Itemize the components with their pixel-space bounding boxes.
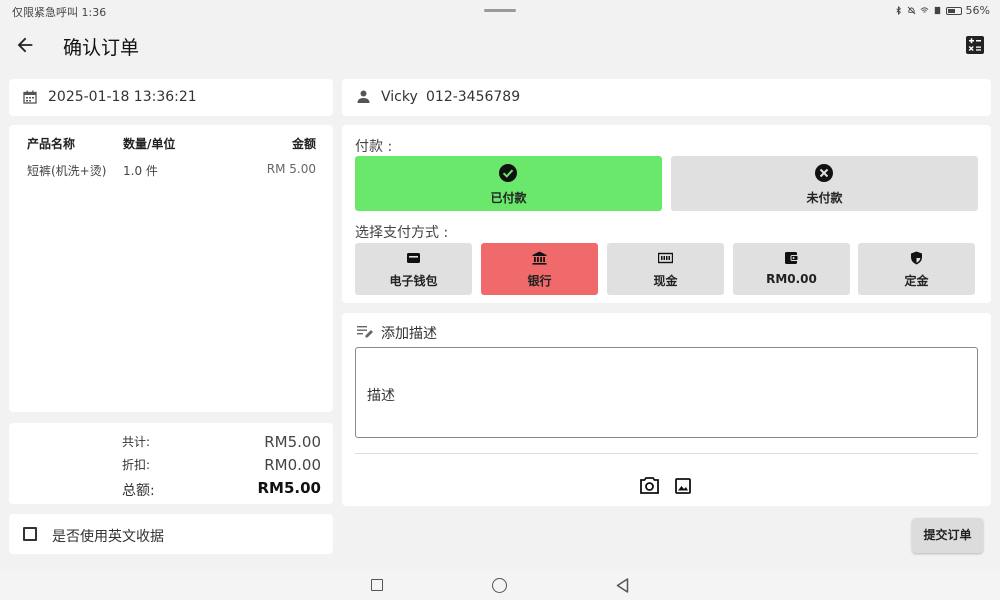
paid-label: 已付款 <box>490 191 527 205</box>
subtotal-value: RM5.00 <box>264 433 321 451</box>
customer-phone: 012-3456789 <box>426 89 521 105</box>
discount-value: RM0.00 <box>264 456 321 474</box>
method-ewallet-label: 电子钱包 <box>389 274 438 288</box>
check-circle-icon <box>499 164 517 182</box>
english-receipt-label: 是否使用英文收据 <box>52 529 164 545</box>
method-ewallet-button[interactable]: 电子钱包 <box>355 243 472 295</box>
checkbox[interactable] <box>23 527 37 541</box>
paid-button[interactable]: 已付款 <box>355 156 662 211</box>
customer-name: Vicky <box>381 89 418 105</box>
sim-icon <box>934 6 940 15</box>
calendar-icon <box>23 90 37 104</box>
payment-card: 付款 : 已付款 未付款 选择支付方式 : 电子钱包 银行 现金 RM0.00 … <box>342 125 991 303</box>
discount-label: 折扣: <box>122 458 151 472</box>
method-bank-button[interactable]: 银行 <box>481 243 598 295</box>
description-input[interactable]: 描述 <box>355 347 978 438</box>
method-cash-button[interactable]: 现金 <box>607 243 724 295</box>
method-deposit-button[interactable]: 定金 <box>858 243 975 295</box>
total-value: RM5.00 <box>257 479 322 497</box>
nav-back-icon[interactable] <box>616 578 629 593</box>
divider <box>355 453 978 454</box>
item-qty: 1.0 件 <box>123 164 158 178</box>
method-cash-label: 现金 <box>653 274 678 288</box>
status-text: 仅限紧急呼叫 1:36 <box>12 6 107 19</box>
wifi-icon <box>920 7 928 13</box>
column-header-qty: 数量/单位 <box>123 137 176 151</box>
mute-icon <box>907 6 915 15</box>
battery-percent: 56% <box>965 4 990 17</box>
status-icons: 56% <box>894 4 990 17</box>
cash-icon <box>658 252 673 264</box>
totals-card: 共计: RM5.00 折扣: RM0.00 总额: RM5.00 <box>9 423 333 504</box>
method-bank-label: 银行 <box>527 274 552 288</box>
status-pill <box>484 9 516 12</box>
page-title: 确认订单 <box>63 37 140 59</box>
status-bar: 仅限紧急呼叫 1:36 56% <box>0 0 1000 22</box>
subtotal-label: 共计: <box>122 435 151 449</box>
payment-status-label: 付款 : <box>355 139 393 155</box>
method-balance-button[interactable]: RM0.00 <box>733 243 850 295</box>
camera-icon[interactable] <box>640 477 659 494</box>
calculator-icon[interactable] <box>966 36 984 54</box>
item-amount: RM 5.00 <box>266 162 316 176</box>
cancel-circle-icon <box>815 164 833 182</box>
recents-icon[interactable] <box>371 579 383 591</box>
order-date-card: 2025-01-18 13:36:21 <box>9 79 333 116</box>
unpaid-label: 未付款 <box>806 191 843 205</box>
battery-icon <box>945 6 962 15</box>
column-header-amount: 金额 <box>291 137 316 151</box>
account-balance-wallet-icon <box>785 252 799 264</box>
edit-note-icon <box>357 326 373 338</box>
arrow-left-icon[interactable] <box>14 34 36 56</box>
person-icon <box>357 90 370 103</box>
total-label: 总额: <box>122 483 155 499</box>
image-icon[interactable] <box>675 478 691 494</box>
bluetooth-icon <box>895 6 901 15</box>
method-deposit-label: 定金 <box>904 274 929 288</box>
column-header-product: 产品名称 <box>27 137 76 151</box>
description-card: 添加描述 描述 <box>342 313 991 506</box>
submit-order-button[interactable]: 提交订单 <box>912 518 983 553</box>
home-icon[interactable] <box>492 578 507 593</box>
payment-method-label: 选择支付方式 : <box>355 225 449 241</box>
order-datetime: 2025-01-18 13:36:21 <box>48 89 197 105</box>
method-balance-label: RM0.00 <box>766 272 817 286</box>
item-name: 短裤(机洗+烫) <box>27 164 107 178</box>
unpaid-button[interactable]: 未付款 <box>671 156 978 211</box>
english-receipt-checkbox[interactable]: 是否使用英文收据 <box>9 514 333 554</box>
items-table: 产品名称 数量/单位 金额 短裤(机洗+烫) 1.0 件 RM 5.00 <box>9 125 333 412</box>
app-bar: 确认订单 <box>0 22 1000 70</box>
customer-card[interactable]: Vicky 012-3456789 <box>342 79 991 116</box>
wallet-icon <box>407 253 420 263</box>
system-nav-bar <box>0 570 1000 600</box>
description-title: 添加描述 <box>381 326 437 342</box>
description-placeholder: 描述 <box>367 388 395 404</box>
bank-icon <box>532 251 547 265</box>
shield-icon <box>911 251 922 265</box>
